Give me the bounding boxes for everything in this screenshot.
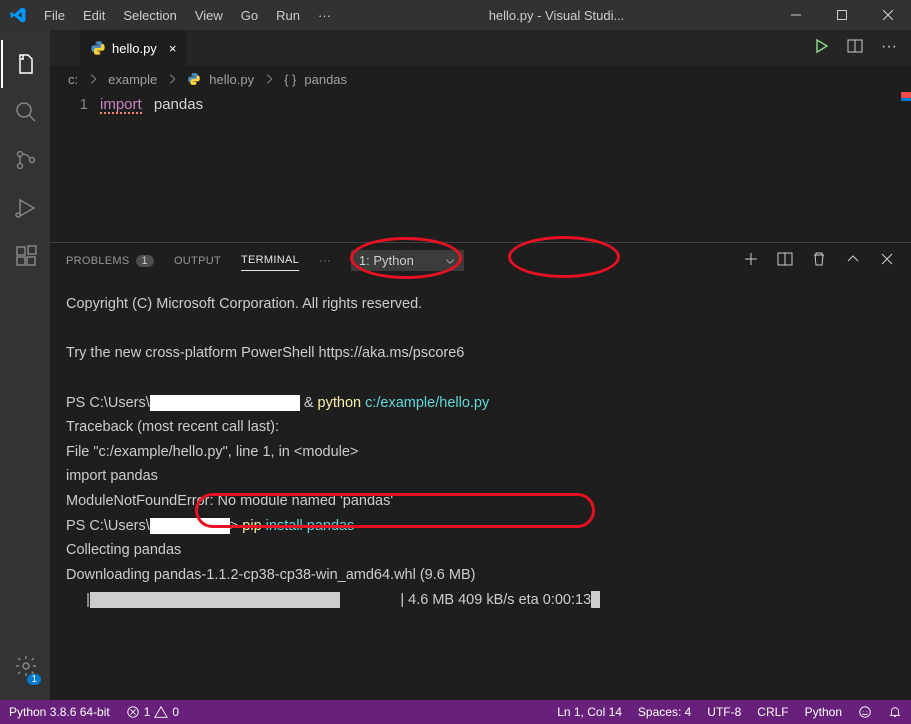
terminal-line: File "c:/example/hello.py", line 1, in <… [66, 440, 895, 465]
extensions-icon[interactable] [1, 232, 49, 280]
run-debug-icon[interactable] [1, 184, 49, 232]
maximize-panel-icon[interactable] [845, 251, 861, 270]
terminal-line: ModuleNotFoundError: No module named 'pa… [66, 489, 895, 514]
more-actions-icon[interactable]: ··· [881, 38, 897, 59]
chevron-right-icon [165, 72, 179, 86]
terminal-line: Traceback (most recent call last): [66, 415, 895, 440]
menu-view[interactable]: View [186, 8, 232, 23]
status-cursor[interactable]: Ln 1, Col 14 [554, 705, 625, 719]
window-title: hello.py - Visual Studi... [340, 8, 773, 23]
tab-hello-py[interactable]: hello.py × [80, 30, 186, 66]
python-file-icon [187, 72, 201, 86]
breadcrumb[interactable]: c: example hello.py { } pandas [50, 66, 911, 92]
panel-tab-overflow-icon[interactable]: ··· [319, 255, 331, 267]
terminal-line: | | 4.6 MB 409 kB/s eta 0:00:13 [66, 588, 895, 613]
menu-run[interactable]: Run [267, 8, 309, 23]
status-feedback-icon[interactable] [855, 705, 875, 719]
menu-overflow-icon[interactable]: ··· [309, 8, 340, 23]
module-name: pandas [146, 96, 203, 113]
terminal-line: Collecting pandas [66, 538, 895, 563]
menu-file[interactable]: File [35, 8, 74, 23]
status-encoding[interactable]: UTF-8 [704, 705, 744, 719]
terminal-line: Try the new cross-platform PowerShell ht… [66, 341, 895, 366]
status-python-interpreter[interactable]: Python 3.8.6 64-bit [6, 705, 113, 719]
chevron-right-icon [86, 72, 100, 86]
bottom-panel: PROBLEMS 1 OUTPUT TERMINAL ··· 1: Python [50, 242, 911, 700]
status-spaces[interactable]: Spaces: 4 [635, 705, 694, 719]
status-language[interactable]: Python [802, 705, 845, 719]
close-window-button[interactable] [865, 0, 911, 30]
status-bell-icon[interactable] [885, 705, 905, 719]
maximize-button[interactable] [819, 0, 865, 30]
status-eol[interactable]: CRLF [754, 705, 791, 719]
chevron-right-icon [262, 72, 276, 86]
keyword-import: import [100, 96, 142, 113]
annotation-circle [508, 236, 620, 278]
breadcrumb-folder[interactable]: example [108, 72, 157, 87]
status-problems[interactable]: 1 0 [123, 705, 182, 719]
split-editor-icon[interactable] [847, 38, 863, 59]
split-terminal-icon[interactable] [777, 251, 793, 270]
breadcrumb-symbol[interactable]: pandas [304, 72, 347, 87]
menu-bar: File Edit Selection View Go Run [35, 8, 309, 23]
menu-selection[interactable]: Selection [114, 8, 185, 23]
explorer-icon[interactable] [1, 40, 49, 88]
menu-edit[interactable]: Edit [74, 8, 114, 23]
kill-terminal-icon[interactable] [811, 251, 827, 270]
title-bar: File Edit Selection View Go Run ··· hell… [0, 0, 911, 30]
problems-badge: 1 [136, 255, 154, 267]
progress-bar [90, 592, 340, 608]
search-icon[interactable] [1, 88, 49, 136]
chevron-down-icon [444, 255, 456, 267]
minimap[interactable] [901, 92, 911, 101]
close-tab-icon[interactable]: × [163, 41, 177, 56]
terminal-line: import pandas [66, 464, 895, 489]
panel-tab-problems[interactable]: PROBLEMS 1 [66, 255, 154, 267]
breadcrumb-file[interactable]: hello.py [209, 72, 254, 87]
status-bar: Python 3.8.6 64-bit 1 0 Ln 1, Col 14 Spa… [0, 700, 911, 724]
vscode-logo-icon [0, 6, 35, 24]
braces-icon: { } [284, 72, 296, 87]
run-file-icon[interactable] [813, 38, 829, 59]
redacted-block [150, 395, 300, 411]
breadcrumb-drive[interactable]: c: [68, 72, 78, 87]
activity-bar: 1 [0, 30, 50, 700]
panel-tabs: PROBLEMS 1 OUTPUT TERMINAL ··· 1: Python [50, 243, 911, 278]
terminal-line: PS C:\Users\> pip install pandas [66, 514, 895, 539]
terminal-output[interactable]: Copyright (C) Microsoft Corporation. All… [50, 278, 911, 700]
new-terminal-icon[interactable] [743, 251, 759, 270]
terminal-cursor [591, 591, 600, 608]
panel-tab-terminal[interactable]: TERMINAL [241, 254, 299, 271]
manage-badge: 1 [27, 674, 41, 685]
line-number: 1 [50, 92, 100, 242]
menu-go[interactable]: Go [232, 8, 267, 23]
manage-gear-icon[interactable]: 1 [1, 642, 49, 690]
redacted-block [150, 518, 230, 534]
source-control-icon[interactable] [1, 136, 49, 184]
editor-tab-bar: hello.py × ··· [50, 30, 911, 66]
terminal-line: PS C:\Users\ & python c:/example/hello.p… [66, 391, 895, 416]
terminal-line: Copyright (C) Microsoft Corporation. All… [66, 292, 895, 317]
terminal-line: Downloading pandas-1.1.2-cp38-cp38-win_a… [66, 563, 895, 588]
close-panel-icon[interactable] [879, 251, 895, 270]
tab-label: hello.py [112, 41, 157, 56]
python-file-icon [90, 40, 106, 56]
terminal-selector[interactable]: 1: Python [351, 250, 464, 271]
minimize-button[interactable] [773, 0, 819, 30]
code-editor[interactable]: 1 import pandas [50, 92, 911, 242]
panel-tab-output[interactable]: OUTPUT [174, 255, 221, 267]
